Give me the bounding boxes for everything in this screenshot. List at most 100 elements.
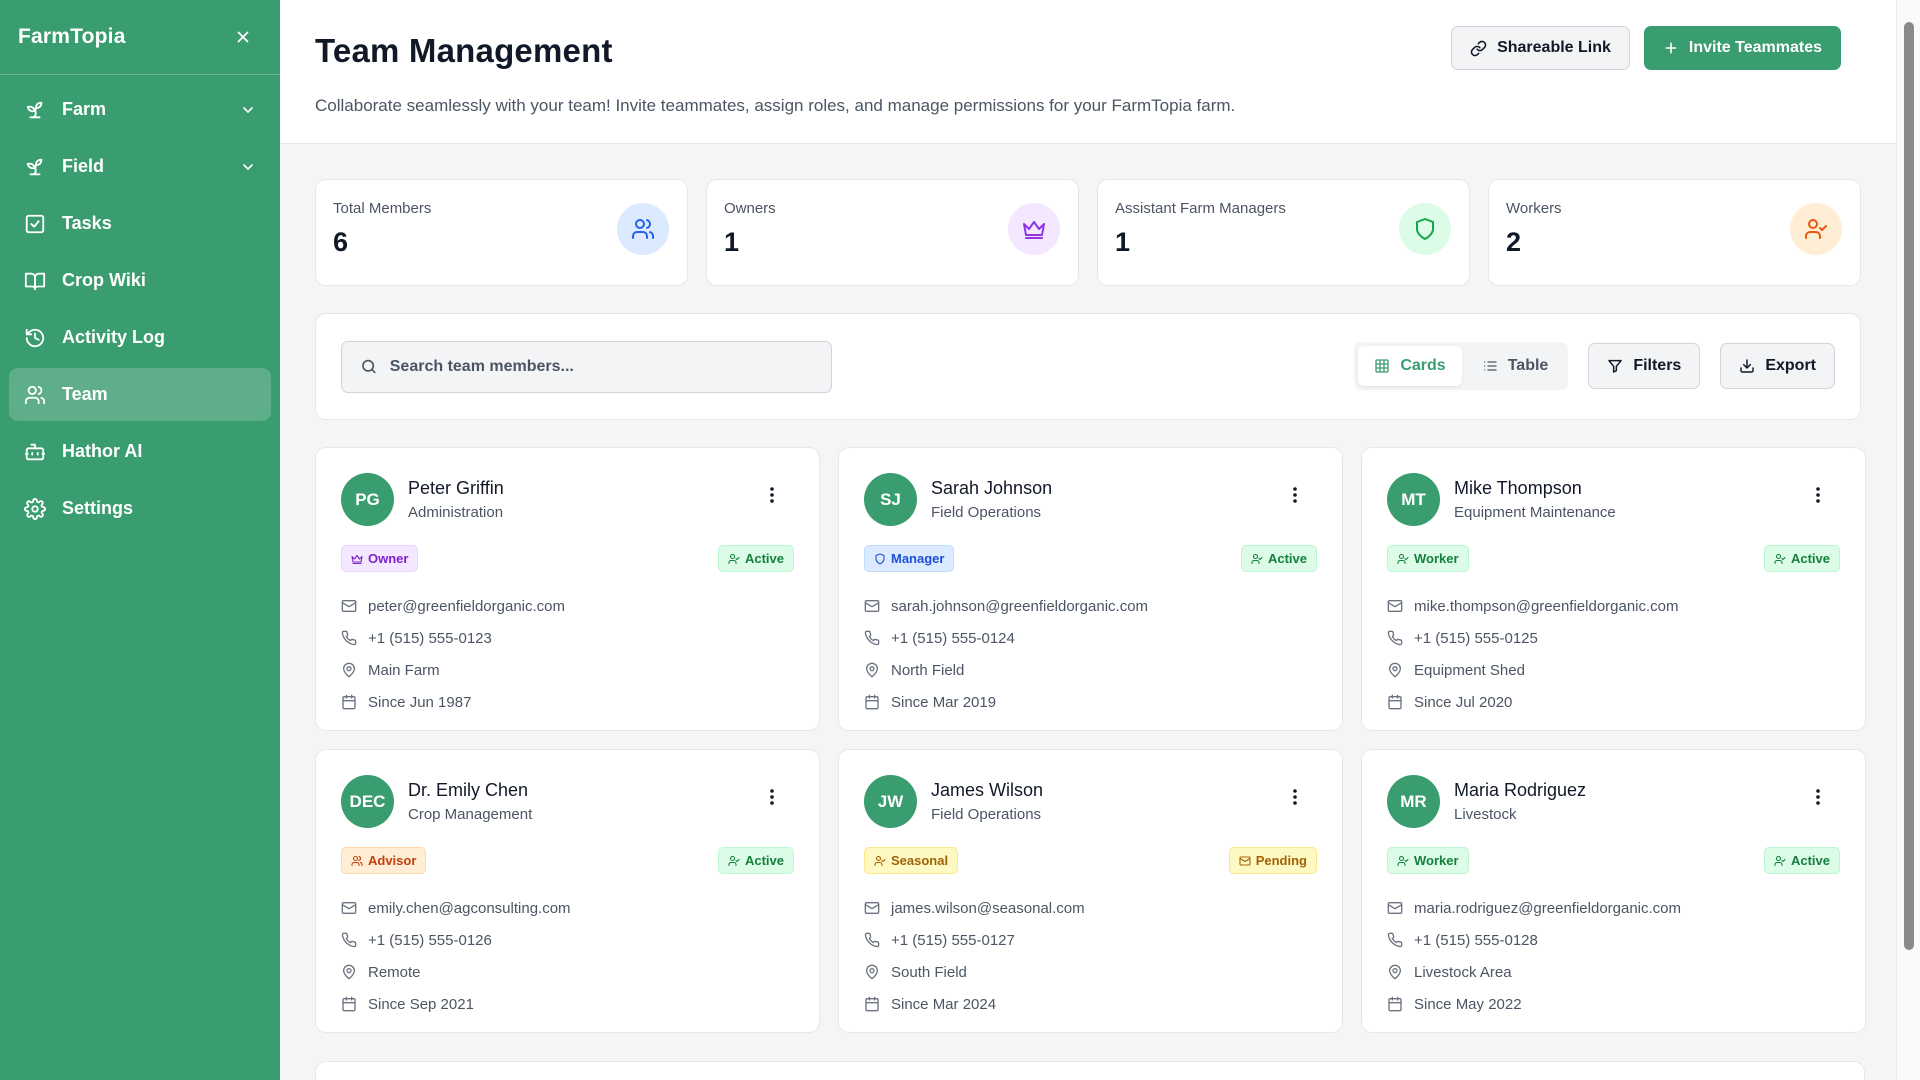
filters-button[interactable]: Filters <box>1588 343 1701 389</box>
member-phone[interactable]: +1 (515) 555-0125 <box>1414 630 1538 647</box>
sidebar-item-farm[interactable]: Farm <box>9 83 271 136</box>
member-card[interactable]: PG Peter Griffin Administration Owner Ac… <box>315 447 820 731</box>
member-menu-button[interactable] <box>765 786 779 808</box>
status-badge: Pending <box>1228 847 1317 874</box>
sidebar-item-label: Field <box>62 156 105 176</box>
bot-icon-wrap <box>24 440 48 464</box>
member-identity: Peter Griffin Administration <box>408 478 504 521</box>
sprout-icon <box>26 158 43 175</box>
member-phone[interactable]: +1 (515) 555-0126 <box>368 932 492 949</box>
status-badge-label: Active <box>1790 853 1830 868</box>
sidebar-item-label: Settings <box>62 498 134 518</box>
main-content: Team Management Collaborate seamlessly w… <box>280 0 1896 1080</box>
role-badge-label: Manager <box>891 551 945 566</box>
page-header: Team Management Collaborate seamlessly w… <box>280 0 1896 144</box>
page-scrollbar[interactable] <box>1896 0 1920 1080</box>
map-pin-icon <box>343 662 355 678</box>
sidebar-item-label: Farm <box>62 99 107 119</box>
mail-icon-wrap <box>864 900 880 916</box>
filter-icon <box>1608 359 1623 373</box>
mail-icon <box>1239 855 1251 866</box>
member-email[interactable]: james.wilson@seasonal.com <box>891 900 1085 917</box>
app-logo[interactable]: FarmTopia <box>18 25 126 49</box>
member-location: Livestock Area <box>1414 963 1512 981</box>
member-card[interactable]: JW James Wilson Field Operations Seasona… <box>838 749 1343 1033</box>
scrollbar-thumb[interactable] <box>1904 22 1914 950</box>
role-badge-label: Owner <box>368 551 409 566</box>
shield-icon <box>875 552 885 565</box>
member-card[interactable]: MT Mike Thompson Equipment Maintenance W… <box>1361 447 1866 731</box>
calendar-icon-wrap <box>864 996 880 1012</box>
phone-icon <box>1387 932 1403 948</box>
member-menu-button[interactable] <box>1288 484 1302 506</box>
shareable-link-button[interactable]: Shareable Link <box>1451 26 1630 70</box>
member-name: Sarah Johnson <box>931 478 1053 498</box>
member-email[interactable]: emily.chen@agconsulting.com <box>368 900 571 917</box>
sidebar-item-label: Activity Log <box>62 327 166 347</box>
sidebar-item-crop-wiki[interactable]: Crop Wiki <box>9 254 271 307</box>
sidebar-item-team[interactable]: Team <box>9 368 271 421</box>
avatar: DEC <box>341 775 394 828</box>
member-since-row: Since May 2022 <box>1387 988 1840 1020</box>
sidebar-item-hathor-ai[interactable]: Hathor AI <box>9 425 271 478</box>
role-badge: Manager <box>864 545 955 572</box>
member-card[interactable]: MR Maria Rodriguez Livestock Worker Acti… <box>1361 749 1866 1033</box>
member-menu-button[interactable] <box>1811 786 1825 808</box>
member-menu-button[interactable] <box>765 484 779 506</box>
stat-icon-badge <box>1008 203 1060 255</box>
search-input[interactable] <box>389 357 813 376</box>
member-name: Mike Thompson <box>1454 478 1582 498</box>
map-pin-icon <box>343 964 355 980</box>
member-email[interactable]: sarah.johnson@greenfieldorganic.com <box>891 598 1148 615</box>
sidebar-item-settings[interactable]: Settings <box>9 482 271 535</box>
member-details: james.wilson@seasonal.com +1 (515) 555-0… <box>864 892 1317 1020</box>
member-phone[interactable]: +1 (515) 555-0128 <box>1414 932 1538 949</box>
avatar: MR <box>1387 775 1440 828</box>
stat-icon-badge <box>1790 203 1842 255</box>
sidebar-item-field[interactable]: Field <box>9 140 271 193</box>
chevron-down-icon[interactable] <box>240 102 256 118</box>
member-phone[interactable]: +1 (515) 555-0127 <box>891 932 1015 949</box>
close-sidebar-button[interactable] <box>232 26 254 48</box>
map-pin-icon <box>866 662 878 678</box>
member-email-row: peter@greenfieldorganic.com <box>341 590 794 622</box>
sidebar-nav: Farm Field Tasks Crop Wiki Activity Log Team H… <box>0 75 280 547</box>
member-card[interactable]: DEC Dr. Emily Chen Crop Management Advis… <box>315 749 820 1033</box>
member-card-header: SJ Sarah Johnson Field Operations <box>864 473 1317 526</box>
member-name: Dr. Emily Chen <box>408 780 529 800</box>
status-badge-label: Active <box>1790 551 1830 566</box>
sidebar-item-activity-log[interactable]: Activity Log <box>9 311 271 364</box>
member-since: Since Sep 2021 <box>368 995 474 1013</box>
status-badge: Active <box>717 847 794 874</box>
search-box <box>341 340 832 393</box>
member-email-row: mike.thompson@greenfieldorganic.com <box>1387 590 1840 622</box>
member-phone[interactable]: +1 (515) 555-0124 <box>891 630 1015 647</box>
member-identity: Maria Rodriguez Livestock <box>1454 780 1586 823</box>
cards-view-button[interactable]: Cards <box>1358 346 1462 386</box>
role-badge: Worker <box>1387 847 1469 874</box>
phone-icon-wrap <box>341 932 357 948</box>
member-badges: Owner Active <box>341 545 794 572</box>
role-badge: Owner <box>341 545 419 572</box>
map-pin-icon <box>866 964 878 980</box>
member-card[interactable]: SJ Sarah Johnson Field Operations Manage… <box>838 447 1343 731</box>
chevron-down-icon[interactable] <box>240 159 256 175</box>
member-details: peter@greenfieldorganic.com +1 (515) 555… <box>341 590 794 718</box>
export-button[interactable]: Export <box>1720 343 1835 389</box>
stat-card: Workers 2 <box>1488 179 1861 286</box>
table-view-button[interactable]: Table <box>1466 346 1565 386</box>
stat-icon-badge <box>1399 203 1451 255</box>
member-since-row: Since Mar 2024 <box>864 988 1317 1020</box>
member-menu-button[interactable] <box>1811 484 1825 506</box>
member-details: emily.chen@agconsulting.com +1 (515) 555… <box>341 892 794 1020</box>
sidebar-item-tasks[interactable]: Tasks <box>9 197 271 250</box>
member-email[interactable]: mike.thompson@greenfieldorganic.com <box>1414 598 1679 615</box>
member-email[interactable]: peter@greenfieldorganic.com <box>368 598 565 615</box>
member-menu-button[interactable] <box>1288 786 1302 808</box>
invite-teammates-button[interactable]: Invite Teammates <box>1643 26 1841 70</box>
calendar-icon-wrap <box>1387 694 1403 710</box>
member-email[interactable]: maria.rodriguez@greenfieldorganic.com <box>1414 900 1681 917</box>
member-phone[interactable]: +1 (515) 555-0123 <box>368 630 492 647</box>
mail-icon-wrap <box>341 598 357 614</box>
sidebar-item-label: Hathor AI <box>62 441 143 461</box>
